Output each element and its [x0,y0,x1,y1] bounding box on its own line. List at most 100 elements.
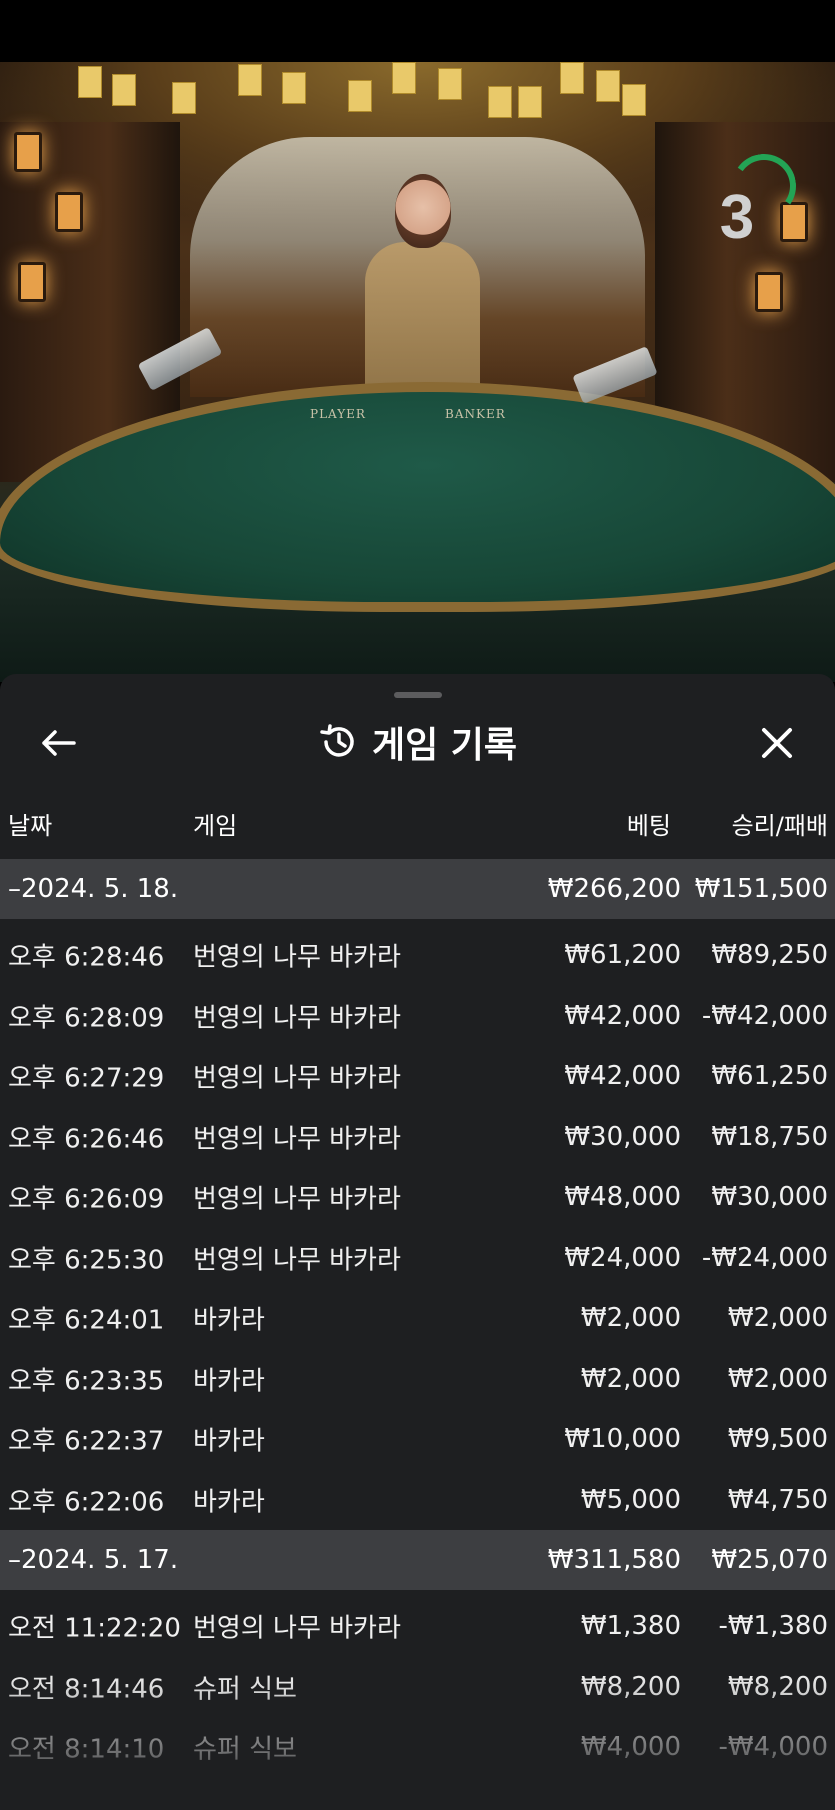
history-icon [320,724,354,757]
row-time: 오후 6:28:46 [8,942,165,973]
column-header-winloss: 승리/패배 [731,812,828,840]
history-row[interactable]: 오후 6:28:46 번영의 나무 바카라 ₩61,200 ₩89,250 [0,925,835,986]
row-time: 오후 6:25:30 [8,1245,165,1276]
table-label-banker: BANKER [445,407,506,421]
column-header-bet: 베팅 [626,812,671,840]
row-result: -₩42,000 [701,1000,828,1031]
history-row[interactable]: 오후 6:23:35 바카라 ₩2,000 ₩2,000 [0,1349,835,1410]
table-label-player: PLAYER [310,407,366,421]
status-bar [0,0,835,62]
row-bet: ₩61,200 [564,940,681,971]
lantern [755,272,783,312]
lantern [18,262,46,302]
row-game: 바카라 [193,1305,265,1336]
group-date: –2024. 5. 17. [8,1545,179,1575]
row-time: 오후 6:23:35 [8,1366,165,1397]
row-game: 슈퍼 식보 [193,1674,297,1705]
history-row[interactable]: 오후 6:24:01 바카라 ₩2,000 ₩2,000 [0,1288,835,1349]
row-game: 번영의 나무 바카라 [193,1124,401,1155]
history-row[interactable]: 오후 6:25:30 번영의 나무 바카라 ₩24,000 -₩24,000 [0,1228,835,1289]
drag-handle[interactable] [394,692,442,698]
column-header-game: 게임 [193,812,238,840]
row-bet: ₩8,200 [580,1671,681,1702]
close-button[interactable] [747,718,807,768]
dealer-head [395,174,451,248]
group-win-total: ₩151,500 [694,874,828,904]
history-row[interactable]: 오후 6:26:09 번영의 나무 바카라 ₩48,000 ₩30,000 [0,1167,835,1228]
row-game: 번영의 나무 바카라 [193,1184,401,1215]
row-game: 바카라 [193,1366,265,1397]
row-bet: ₩1,380 [580,1611,681,1642]
row-result: ₩8,200 [727,1671,828,1702]
row-time: 오후 6:28:09 [8,1003,165,1034]
panel-title-group: 게임 기록 [0,716,835,768]
row-result: ₩9,500 [727,1424,828,1455]
history-row[interactable]: 오후 6:26:46 번영의 나무 바카라 ₩30,000 ₩18,750 [0,1107,835,1168]
row-bet: ₩5,000 [580,1484,681,1515]
hanging-card [282,72,306,104]
countdown-timer: 3 [719,183,755,252]
history-row[interactable]: 오후 6:27:29 번영의 나무 바카라 ₩42,000 ₩61,250 [0,1046,835,1107]
row-time: 오전 8:14:46 [8,1674,165,1705]
row-result: ₩18,750 [711,1121,828,1152]
row-time: 오후 6:26:09 [8,1184,165,1215]
column-header-date: 날짜 [8,812,53,840]
row-bet: ₩2,000 [580,1303,681,1334]
row-result: -₩1,380 [718,1611,828,1642]
hanging-card [348,80,372,112]
hanging-card [560,62,584,94]
history-row[interactable]: 오전 8:14:10 슈퍼 식보 ₩4,000 -₩4,000 [0,1717,835,1778]
table-header: 날짜 게임 베팅 승리/패배 [0,806,835,842]
hanging-card [596,70,620,102]
group-bet-total: ₩311,580 [547,1545,681,1575]
lantern [14,132,42,172]
row-bet: ₩42,000 [564,1000,681,1031]
history-list: –2024. 5. 18. ₩266,200 ₩151,500 오후 6:28:… [0,859,835,1778]
row-result: ₩61,250 [711,1061,828,1092]
row-time: 오전 8:14:10 [8,1734,165,1765]
row-game: 번영의 나무 바카라 [193,1003,401,1034]
lantern [55,192,83,232]
hanging-card [488,86,512,118]
row-time: 오전 11:22:20 [8,1613,181,1644]
row-bet: ₩10,000 [564,1424,681,1455]
group-date: –2024. 5. 18. [8,874,179,904]
history-row[interactable]: 오전 8:14:46 슈퍼 식보 ₩8,200 ₩8,200 [0,1657,835,1718]
hanging-card [112,74,136,106]
history-row[interactable]: 오후 6:22:37 바카라 ₩10,000 ₩9,500 [0,1409,835,1470]
row-result: ₩30,000 [711,1182,828,1213]
row-result: ₩89,250 [711,940,828,971]
row-result: ₩2,000 [727,1303,828,1334]
row-bet: ₩2,000 [580,1363,681,1394]
row-game: 번영의 나무 바카라 [193,1613,401,1644]
row-result: ₩2,000 [727,1363,828,1394]
row-game: 번영의 나무 바카라 [193,1245,401,1276]
group-win-total: ₩25,070 [711,1545,828,1575]
hanging-card [172,82,196,114]
row-result: -₩24,000 [701,1242,828,1273]
panel-header: 게임 기록 [0,702,835,782]
history-row[interactable]: 오후 6:28:09 번영의 나무 바카라 ₩42,000 -₩42,000 [0,986,835,1047]
group-bet-total: ₩266,200 [547,874,681,904]
row-game: 번영의 나무 바카라 [193,942,401,973]
close-icon [762,728,792,758]
page-title: 게임 기록 [371,725,517,766]
row-bet: ₩48,000 [564,1182,681,1213]
history-row[interactable]: 오전 11:22:20 번영의 나무 바카라 ₩1,380 -₩1,380 [0,1596,835,1657]
hanging-card [518,86,542,118]
row-time: 오후 6:22:06 [8,1487,165,1518]
hanging-card [438,68,462,100]
row-game: 슈퍼 식보 [193,1734,297,1765]
dealer [365,242,480,402]
date-group-header[interactable]: –2024. 5. 18. ₩266,200 ₩151,500 [0,859,835,919]
hanging-card [392,62,416,94]
hanging-card [622,84,646,116]
row-result: -₩4,000 [718,1732,828,1763]
date-group-header[interactable]: –2024. 5. 17. ₩311,580 ₩25,070 [0,1530,835,1590]
row-result: ₩4,750 [727,1484,828,1515]
game-history-panel: 게임 기록 날짜 게임 베팅 승리/패배 –2024. 5. 18. ₩266,… [0,674,835,1810]
hanging-card [238,64,262,96]
row-time: 오후 6:26:46 [8,1124,165,1155]
history-row[interactable]: 오후 6:22:06 바카라 ₩5,000 ₩4,750 [0,1470,835,1531]
row-bet: ₩30,000 [564,1121,681,1152]
